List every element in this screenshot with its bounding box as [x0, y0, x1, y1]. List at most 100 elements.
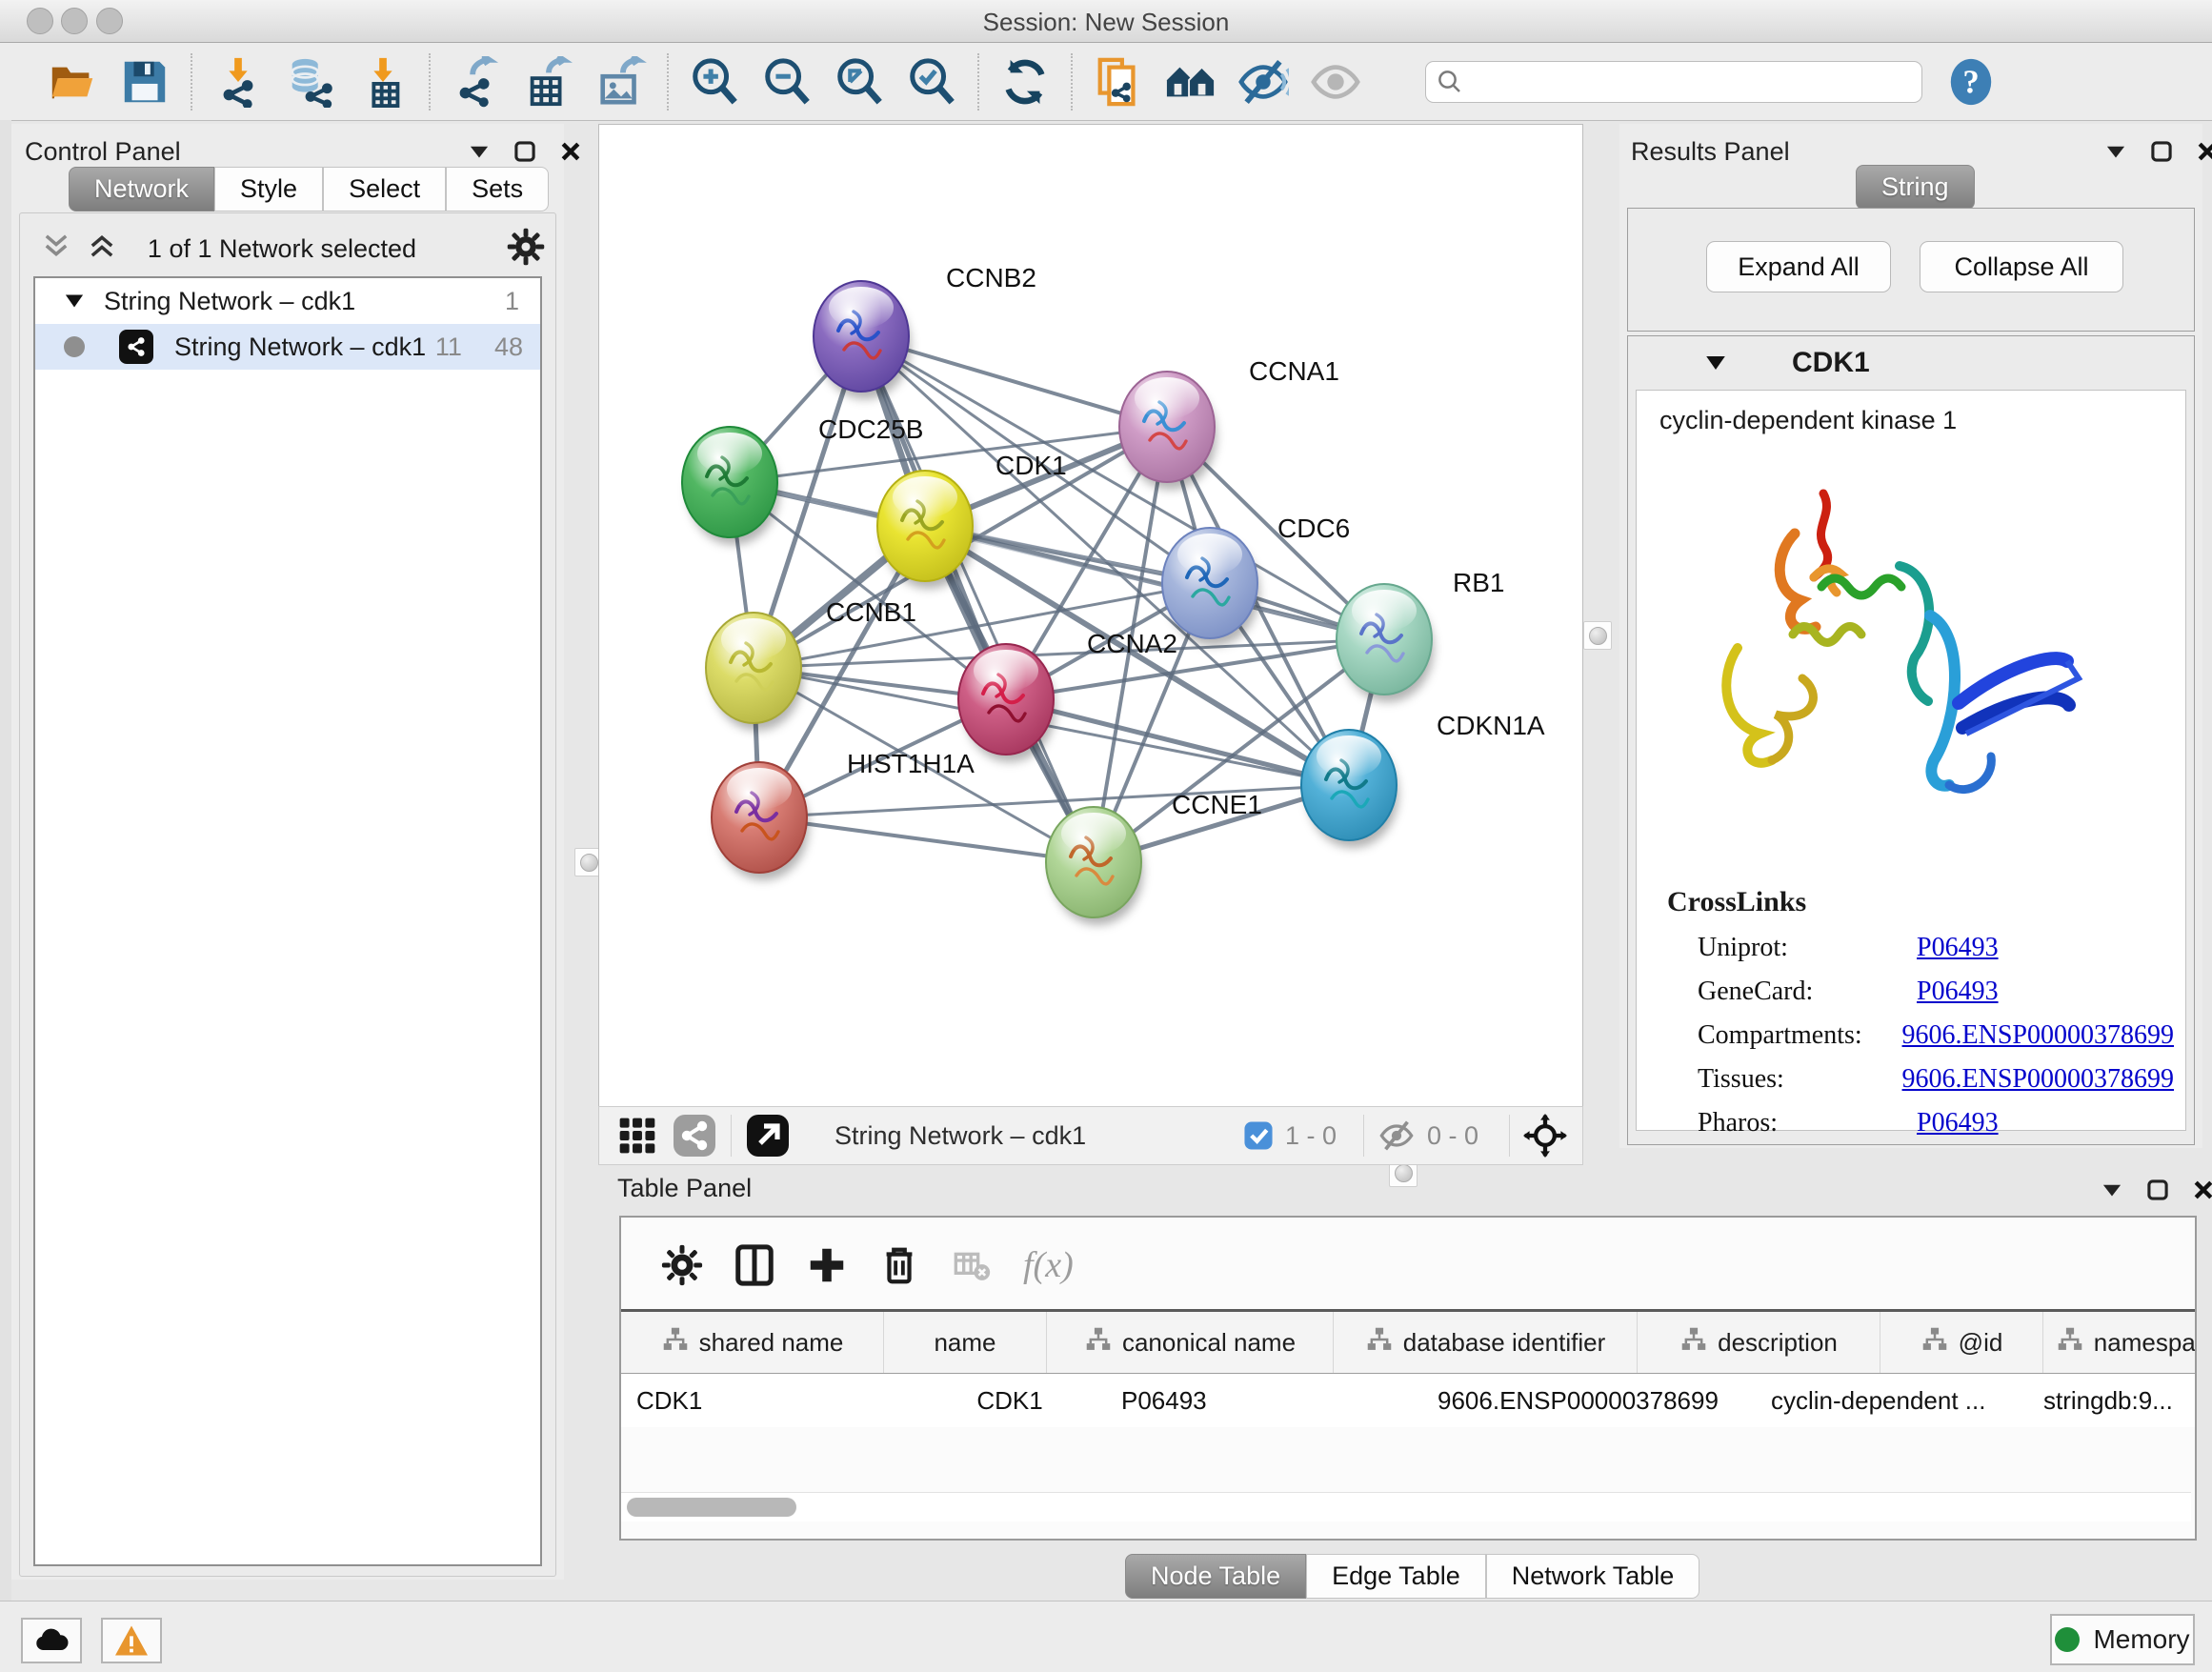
node-CCNB2[interactable]	[814, 281, 911, 399]
crosslink-tissues-link[interactable]: 9606.ENSP00000378699	[1902, 1064, 2174, 1095]
open-session-icon[interactable]	[45, 54, 100, 110]
memory-label: Memory	[2093, 1624, 2189, 1655]
network-view-title: String Network – cdk1	[835, 1121, 1086, 1151]
network-view-toolbar: String Network – cdk1 1 - 0 0 - 0	[598, 1106, 1583, 1165]
node-label-HIST1H1A: HIST1H1A	[847, 749, 975, 778]
show-hidden-icon[interactable]	[1308, 54, 1363, 110]
entry-expander-icon[interactable]	[1702, 350, 1729, 376]
results-buttons-box: Expand All Collapse All	[1627, 208, 2195, 332]
main-toolbar: ?	[0, 43, 2212, 121]
network-options-gear-icon[interactable]	[506, 227, 546, 272]
panel-float-icon[interactable]	[513, 139, 537, 164]
node-RB1[interactable]	[1337, 584, 1434, 702]
birds-eye-view-icon[interactable]	[1523, 1114, 1567, 1158]
show-columns-icon[interactable]	[728, 1239, 781, 1292]
results-tab-string[interactable]: String	[1856, 165, 1975, 210]
grid-view-icon[interactable]	[616, 1115, 658, 1157]
crosslink-uniprot-link[interactable]: P06493	[1917, 933, 1999, 963]
control-panel-title: Control Panel	[25, 137, 181, 167]
tab-sets[interactable]: Sets	[446, 167, 549, 212]
node-CDKN1A[interactable]	[1301, 730, 1398, 848]
node-CCNA2[interactable]	[958, 644, 1056, 762]
expand-all-button[interactable]: Expand All	[1706, 241, 1891, 292]
panel-close-icon[interactable]	[558, 139, 583, 164]
column-label: @id	[1959, 1328, 2003, 1358]
toolbar-search[interactable]	[1425, 61, 1922, 103]
delete-column-icon[interactable]	[873, 1239, 926, 1292]
collapse-all-icon[interactable]	[41, 231, 71, 261]
table-options-gear-icon[interactable]	[655, 1239, 709, 1292]
panel-collapse-icon[interactable]	[2100, 1178, 2124, 1202]
import-table-icon[interactable]	[355, 54, 411, 110]
panel-close-icon[interactable]	[2191, 1178, 2212, 1202]
zoom-selected-icon[interactable]	[904, 54, 959, 110]
tab-style[interactable]: Style	[214, 167, 323, 212]
import-network-from-database-icon[interactable]	[283, 54, 338, 110]
selected-checkbox-icon[interactable]	[1243, 1120, 1274, 1151]
zoom-out-icon[interactable]	[759, 54, 814, 110]
node-CCNB1[interactable]	[706, 613, 803, 731]
column-header-name[interactable]: name	[884, 1312, 1047, 1373]
panel-close-icon[interactable]	[2195, 139, 2212, 164]
entry-content: cyclin-dependent kinase 1 CrossLinks Uni…	[1636, 390, 2186, 1131]
detach-view-icon[interactable]	[745, 1113, 791, 1158]
tree-expander-icon[interactable]	[62, 289, 87, 313]
tab-network[interactable]: Network	[69, 167, 214, 212]
crosslink-pharos-link[interactable]: P06493	[1917, 1108, 1999, 1138]
network-graph[interactable]: CCNB2CCNA1CDC25BCDK1CDC6RB1CCNB1CCNA2CDK…	[599, 125, 1582, 1106]
copy-network-icon[interactable]	[1091, 54, 1146, 110]
memory-button[interactable]: Memory	[2050, 1614, 2195, 1665]
scrollbar-thumb[interactable]	[627, 1498, 796, 1517]
refresh-view-icon[interactable]	[997, 54, 1053, 110]
column-header-description[interactable]: description	[1638, 1312, 1880, 1373]
export-network-icon[interactable]	[449, 54, 504, 110]
table-horizontal-scrollbar[interactable]	[621, 1492, 2191, 1521]
add-column-icon[interactable]	[800, 1239, 854, 1292]
panel-float-icon[interactable]	[2145, 1178, 2170, 1202]
entry-header[interactable]: CDK1	[1628, 336, 2194, 390]
edge-HIST1H1A-CCNE1[interactable]	[759, 817, 1094, 862]
cloud-button[interactable]	[21, 1618, 82, 1663]
right-splitter-handle[interactable]	[1583, 621, 1612, 650]
home-icon[interactable]	[1163, 54, 1218, 110]
search-input[interactable]	[1472, 68, 1895, 96]
help-icon[interactable]: ?	[1943, 54, 1999, 110]
export-image-icon[interactable]	[593, 54, 649, 110]
edge-count: 48	[494, 332, 523, 362]
panel-collapse-icon[interactable]	[2103, 139, 2128, 164]
node-HIST1H1A[interactable]	[712, 762, 809, 880]
node-CCNE1[interactable]	[1046, 807, 1143, 925]
node-CCNA1[interactable]	[1119, 372, 1217, 490]
panel-float-icon[interactable]	[2149, 139, 2174, 164]
zoom-fit-icon[interactable]	[832, 54, 887, 110]
network-row-selected[interactable]: String Network – cdk1 11 48	[35, 324, 540, 370]
tab-edge-table[interactable]: Edge Table	[1306, 1554, 1486, 1599]
column-header--id[interactable]: @id	[1880, 1312, 2043, 1373]
column-header-database-identifier[interactable]: database identifier	[1334, 1312, 1638, 1373]
tab-node-table[interactable]: Node Table	[1125, 1554, 1306, 1599]
hide-selection-icon[interactable]	[1236, 54, 1291, 110]
collapse-all-button[interactable]: Collapse All	[1920, 241, 2123, 292]
tab-network-table[interactable]: Network Table	[1486, 1554, 1700, 1599]
zoom-in-icon[interactable]	[687, 54, 742, 110]
table-row[interactable]: CDK1CDK1P064939606.ENSP00000378699cyclin…	[621, 1374, 2195, 1427]
export-table-icon[interactable]	[521, 54, 576, 110]
node-CDK1[interactable]	[877, 471, 975, 589]
column-header-namespace[interactable]: namespace	[2043, 1312, 2197, 1373]
panel-collapse-icon[interactable]	[467, 139, 492, 164]
network-collection-row[interactable]: String Network – cdk1 1	[35, 278, 540, 324]
save-session-icon[interactable]	[117, 54, 172, 110]
hidden-eye-icon[interactable]	[1377, 1117, 1416, 1155]
warning-button[interactable]	[101, 1618, 162, 1663]
node-CDC25B[interactable]	[682, 427, 779, 545]
expand-all-icon[interactable]	[87, 231, 117, 261]
crosslink-genecard-link[interactable]: P06493	[1917, 977, 1999, 1007]
crosslink-compartments-link[interactable]: 9606.ENSP00000378699	[1902, 1020, 2174, 1051]
import-network-icon[interactable]	[211, 54, 266, 110]
column-header-canonical-name[interactable]: canonical name	[1047, 1312, 1334, 1373]
crosslink-row: GeneCard:P06493	[1698, 970, 2174, 1014]
tab-select[interactable]: Select	[323, 167, 446, 212]
column-header-shared-name[interactable]: shared name	[621, 1312, 884, 1373]
network-canvas[interactable]: CCNB2CCNA1CDC25BCDK1CDC6RB1CCNB1CCNA2CDK…	[598, 124, 1583, 1107]
crosslink-row: Uniprot:P06493	[1698, 926, 2174, 970]
